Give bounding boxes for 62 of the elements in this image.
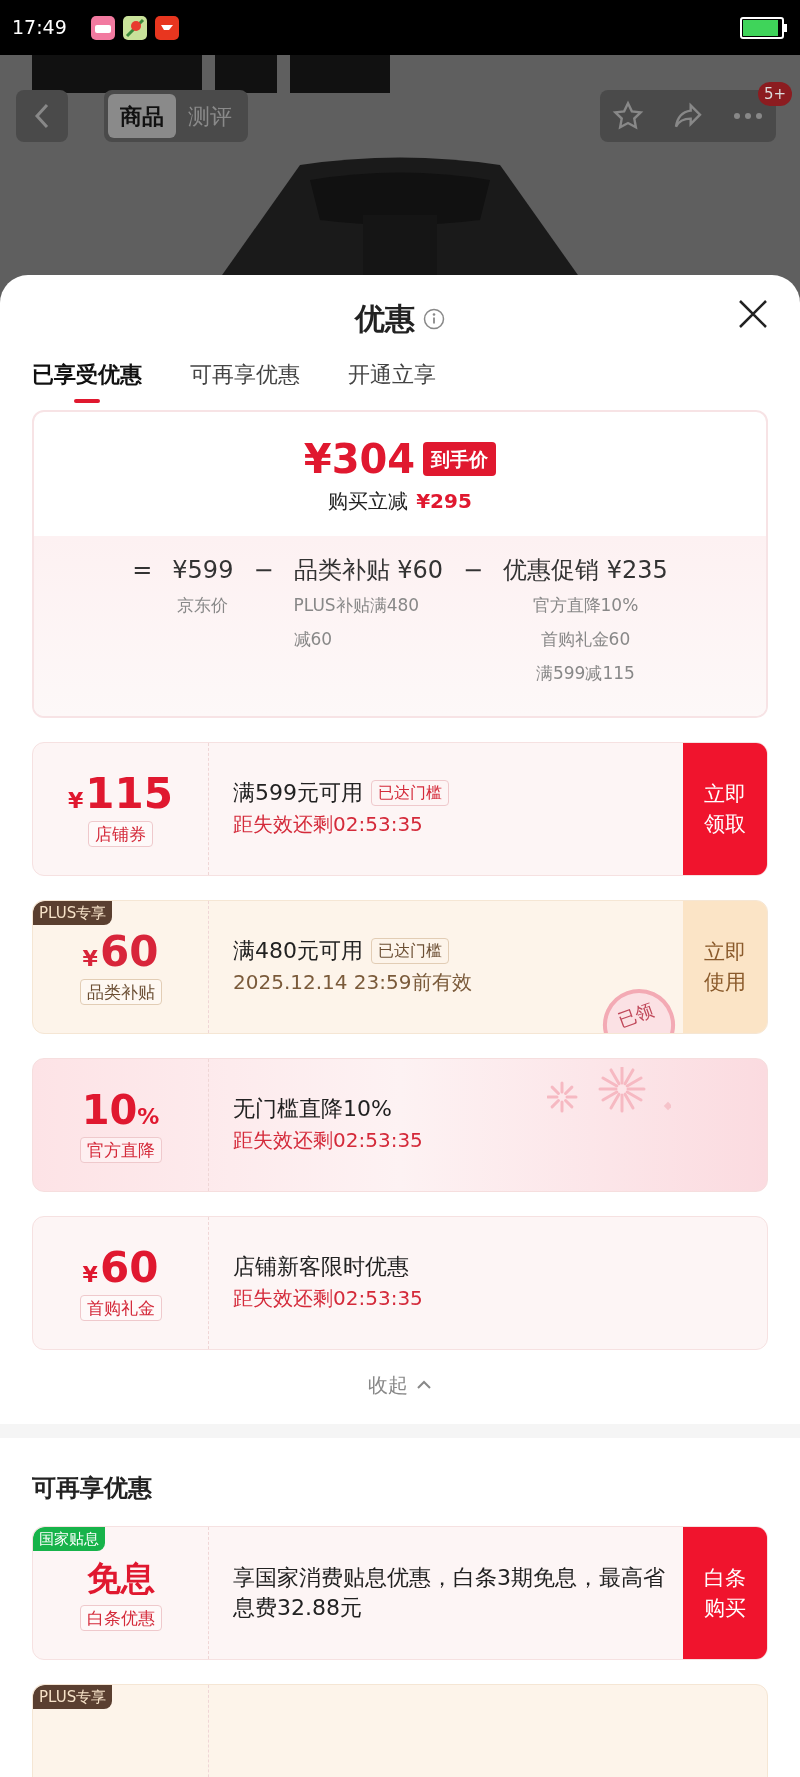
product-tab[interactable]: 商品 [108,94,176,138]
coupon-validity: 距失效还剩02:53:35 [233,811,424,838]
back-icon [34,103,50,129]
coupon-amount: ¥115 [68,771,173,817]
star-icon[interactable] [612,100,644,132]
coupon-title: 满480元可用 [233,937,363,965]
threshold-badge: 已达门槛 [371,938,449,964]
final-price-badge: 到手价 [423,442,497,476]
saving-amount: ¥295 [416,488,472,515]
product-tab[interactable]: 测评 [176,94,244,138]
coupon-title: 店铺新客限时优惠 [233,1253,409,1281]
sheet-title: 优惠 [355,300,415,338]
breakdown-note: 京东价 [177,594,229,617]
coupon-validity: 2025.12.14 23:59前有效 [233,969,473,996]
battery-icon [740,15,788,40]
coupon-title: 享国家消费贴息优惠，白条3期免息，最高省息费32.88元 [233,1564,666,1622]
more-icon[interactable] [732,111,764,121]
close-icon[interactable] [738,299,768,329]
operator-sign: − [462,555,484,586]
coupon-type-label: 店铺券 [88,821,153,847]
info-icon[interactable] [423,307,445,330]
coupon-action-button[interactable]: 白条购买 [683,1527,767,1659]
coupon-amount: 10% [81,1087,160,1133]
back-button[interactable] [16,90,68,142]
threshold-badge: 已达门槛 [371,780,449,806]
collapse-button[interactable]: 收起 [368,1370,432,1400]
discount-tab[interactable]: 可再享优惠 [190,358,300,403]
operator-sign: − [253,555,274,586]
coupon-title: 无门槛直降10% [233,1095,392,1123]
breakdown-value: 品类补贴 ¥60 [293,555,443,586]
coupon-title: 满599元可用 [233,779,363,807]
app-icon [154,15,179,40]
map-app-icon [122,15,147,40]
section-heading: 可再享优惠 [32,1473,153,1504]
status-time: 17:49 [12,15,67,41]
coupon-type-label: 首购礼金 [79,1295,162,1321]
breakdown-note: 满599减115 [535,662,635,685]
final-price: ¥304 [303,436,416,482]
breakdown-note: PLUS补贴满480减60 [293,594,421,651]
coupon-amount: 免息 [86,1557,155,1600]
app-icon [90,15,115,40]
coupon-action-button[interactable]: 立即使用 [683,901,767,1033]
coupon-type-label: 官方直降 [79,1137,162,1163]
breakdown-note: 首购礼金60 [540,628,631,651]
coupon-amount: ¥60 [82,1245,159,1291]
coupon-tag: PLUS专享 [33,901,113,925]
discount-tab[interactable]: 已享受优惠 [32,358,142,403]
coupon-type-label: 品类补贴 [79,979,162,1005]
chevron-up-icon [416,1380,432,1390]
coupon-validity: 距失效还剩02:53:35 [233,1127,424,1154]
coupon-amount: ¥60 [82,929,159,975]
saving-label: 购买立减 [328,488,409,515]
breakdown-value: 优惠促销 ¥235 [503,555,668,586]
coupon-tag: PLUS专享 [33,1685,113,1709]
breakdown-note: 官方直降10% [532,594,639,617]
breakdown-value: ¥599 [172,555,234,586]
coupon-tag: 国家贴息 [33,1527,105,1551]
coupon-validity: 距失效还剩02:53:35 [233,1285,424,1312]
coupon-type-label: 白条优惠 [79,1605,162,1631]
operator-sign: = [132,555,153,586]
discount-tab[interactable]: 开通立享 [348,358,436,403]
coupon-action-button[interactable]: 立即领取 [683,743,767,875]
